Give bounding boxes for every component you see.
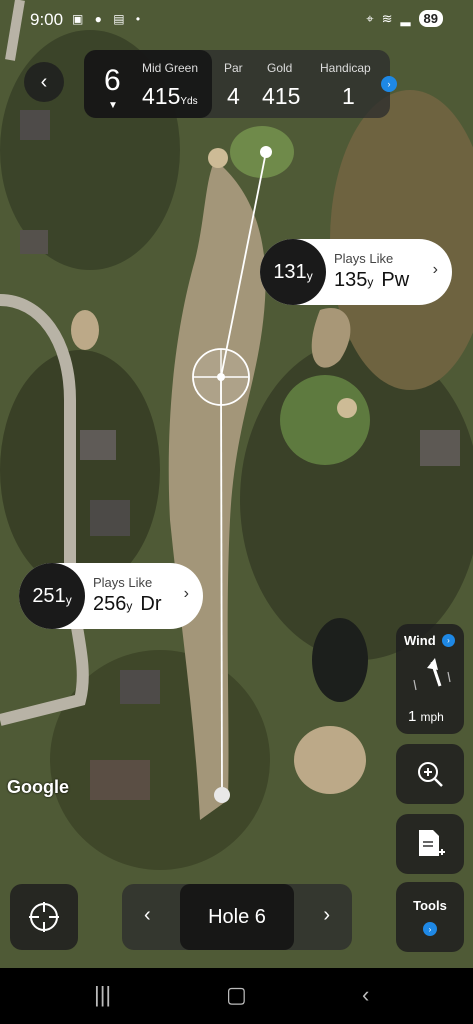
club-recommendation: Pw <box>381 269 410 291</box>
chevron-right-icon: › <box>183 585 189 602</box>
recents-icon[interactable]: ||| <box>94 982 111 1008</box>
shot-line-lower <box>220 376 223 796</box>
tee-yardage: 415 <box>262 83 301 109</box>
map-attribution: Google <box>7 777 69 797</box>
handicap-value: 1 <box>342 83 355 109</box>
zoom-button[interactable] <box>396 744 464 804</box>
tools-button[interactable]: Tools › <box>396 882 464 952</box>
wind-direction-icon <box>413 658 451 691</box>
info-icon[interactable]: › <box>381 76 397 92</box>
tee-label: Gold <box>267 61 293 75</box>
distance-from-tee: 251 y <box>19 563 85 629</box>
mid-green-distance: 415Yds <box>142 83 198 109</box>
back-icon[interactable]: ‹ <box>362 982 369 1008</box>
par-value: 4 <box>227 83 240 109</box>
hole-number: 6 <box>104 64 121 97</box>
info-icon: › <box>442 634 455 647</box>
wind-label: Wind <box>404 633 436 648</box>
plays-like-label: Plays Like <box>93 575 153 590</box>
pin-marker[interactable] <box>260 146 272 158</box>
plays-like-upper[interactable]: 131 y Plays Like 135y Pw › <box>260 239 452 305</box>
next-hole-button[interactable]: › <box>323 904 330 927</box>
plays-like-value: 135y Pw <box>334 269 410 291</box>
wind-speed: 1 mph <box>408 708 444 725</box>
home-icon[interactable]: ▢ <box>226 982 247 1008</box>
locate-button[interactable] <box>10 884 78 950</box>
chevron-right-icon: › <box>432 261 438 278</box>
status-bar: 9:00 ▣ ● ▤ • ⌖ ≋ ▂ 89 <box>0 0 473 40</box>
system-navigation-bar: ||| ▢ ‹ <box>0 968 473 1024</box>
hole-info-card[interactable]: 6 ▼ Mid Green 415Yds Par 4 Gold 415 Hand… <box>84 50 390 118</box>
club-recommendation: Dr <box>140 593 162 615</box>
distance-to-target: 131 y <box>260 239 326 305</box>
par-label: Par <box>224 61 243 75</box>
wind-card[interactable]: Wind › 1 mph <box>396 624 464 734</box>
crosshair-icon <box>29 902 59 932</box>
tools-label: Tools <box>413 898 447 913</box>
hole-label[interactable]: Hole 6 <box>180 884 294 950</box>
caret-down-icon: ▼ <box>108 100 118 111</box>
location-icon: ⌖ <box>366 10 374 26</box>
ball-marker[interactable] <box>214 787 230 803</box>
mid-green-unit: Yds <box>180 96 198 107</box>
zoom-in-icon <box>418 762 443 787</box>
plays-like-value: 256y Dr <box>93 593 162 615</box>
chevron-down-icon: › <box>423 922 437 936</box>
wifi-icon: ≋ <box>381 10 393 26</box>
status-right: ⌖ ≋ ▂ 89 <box>366 10 443 27</box>
chevron-left-icon: ‹ <box>40 70 48 93</box>
scorecard-add-icon <box>419 830 445 856</box>
scorecard-button[interactable] <box>396 814 464 874</box>
previous-hole-button[interactable]: ‹ <box>144 904 151 927</box>
plays-like-label: Plays Like <box>334 251 394 266</box>
mid-green-label: Mid Green <box>142 61 199 75</box>
plays-like-lower[interactable]: 251 y Plays Like 256y Dr › <box>19 563 203 629</box>
battery-indicator: 89 <box>418 10 443 27</box>
status-time: 9:00 <box>30 10 64 29</box>
signal-icon: ▂ <box>400 10 411 26</box>
hole-selector[interactable]: 6 ▼ Mid Green 415Yds <box>84 50 212 118</box>
target-reticle[interactable] <box>192 348 250 406</box>
back-button[interactable]: ‹ <box>24 62 64 102</box>
hole-navigator: ‹ Hole 6 › <box>122 884 352 950</box>
handicap-label: Handicap <box>320 61 371 75</box>
notification-icons: ▣ ● ▤ • <box>72 12 145 26</box>
